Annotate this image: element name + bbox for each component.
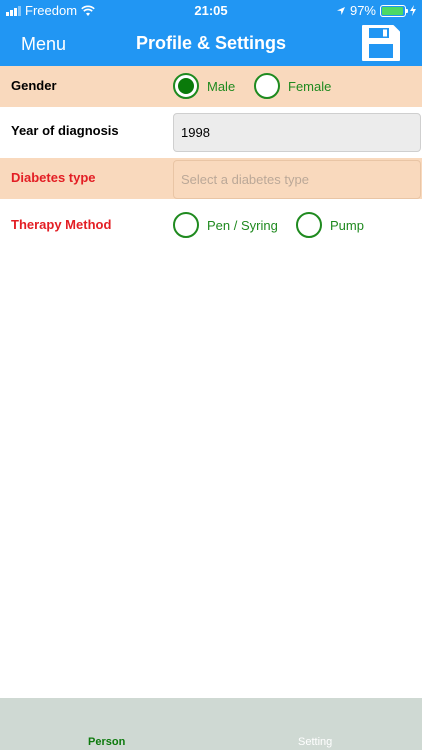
therapy-method-row: Therapy Method Pen / Syring Pump [0, 205, 422, 246]
radio-label: Pump [330, 217, 364, 233]
radio-circle-icon[interactable] [254, 73, 280, 99]
therapy-pump-radio[interactable]: Pump [296, 212, 364, 238]
charging-icon [410, 5, 416, 16]
battery-icon [380, 4, 408, 17]
app-header: Menu Profile & Settings [0, 22, 422, 66]
diabetes-type-select[interactable]: Select a diabetes type [173, 160, 421, 199]
page-title: Profile & Settings [135, 33, 287, 53]
year-of-diagnosis-label: Year of diagnosis [11, 123, 119, 138]
radio-label: Male [207, 78, 236, 94]
battery-percent: 97% [349, 3, 376, 18]
gender-row: Gender Male Female [0, 66, 422, 107]
diabetes-type-label: Diabetes type [11, 170, 96, 185]
tab-setting[interactable]: Setting [298, 736, 332, 748]
floppy-disk-icon[interactable] [360, 23, 402, 63]
gender-male-radio[interactable]: Male [173, 73, 235, 99]
gender-female-radio[interactable]: Female [254, 73, 331, 99]
radio-label: Female [288, 78, 332, 94]
tab-person[interactable]: Person [88, 736, 125, 748]
radio-circle-icon[interactable] [173, 212, 199, 238]
radio-circle-icon[interactable] [173, 73, 199, 99]
radio-label: Pen / Syring [207, 217, 278, 233]
radio-circle-icon[interactable] [296, 212, 322, 238]
therapy-pen-radio[interactable]: Pen / Syring [173, 212, 278, 238]
bottom-tab-bar: Person Setting [0, 698, 422, 750]
year-of-diagnosis-row: Year of diagnosis 1998 [0, 111, 422, 152]
therapy-method-label: Therapy Method [11, 217, 112, 232]
status-bar: Freedom 21:05 97% [0, 0, 422, 22]
diabetes-type-row: Diabetes type Select a diabetes type [0, 158, 422, 199]
year-of-diagnosis-input[interactable]: 1998 [173, 113, 421, 152]
location-icon [336, 6, 345, 15]
gender-label: Gender [11, 78, 57, 93]
status-right: 97% [336, 3, 416, 18]
